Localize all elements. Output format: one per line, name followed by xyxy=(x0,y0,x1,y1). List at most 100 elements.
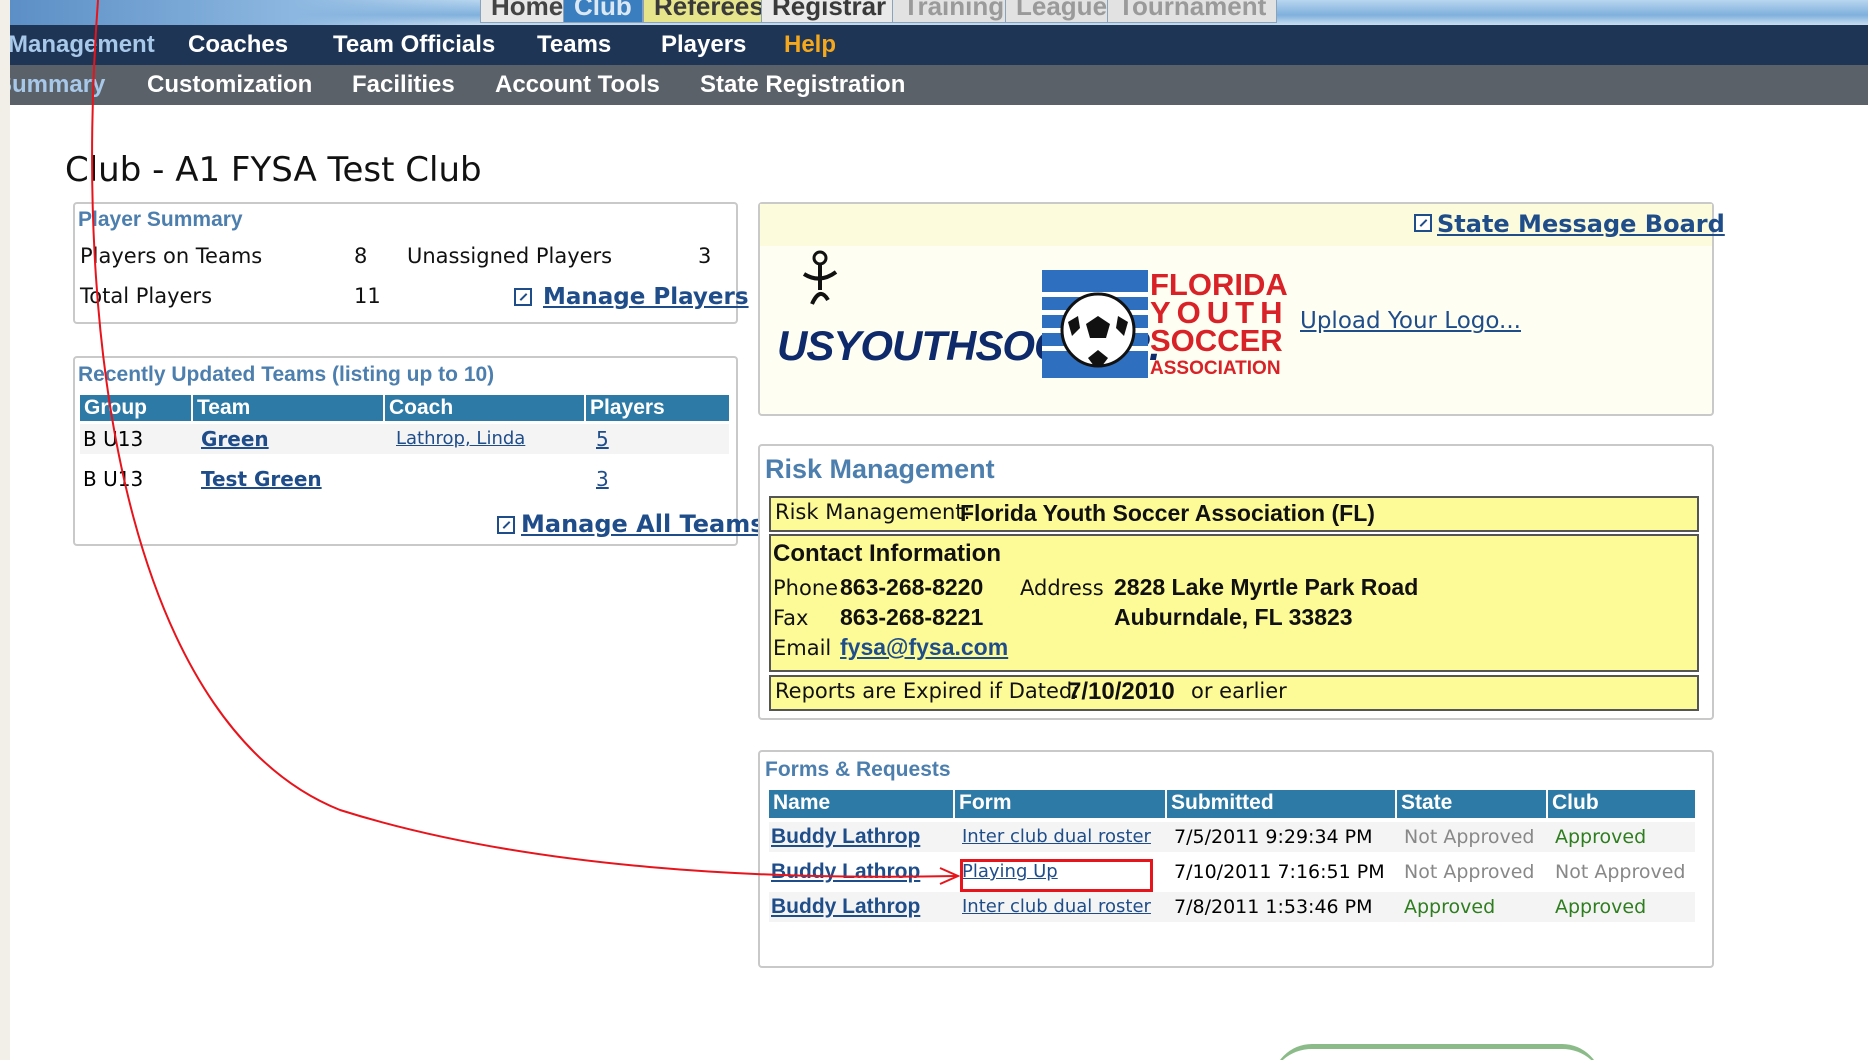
risk-management-box: Risk Management Risk Management: Florida… xyxy=(758,444,1714,720)
subnav-account-tools[interactable]: Account Tools xyxy=(495,65,660,105)
unassigned-value: 3 xyxy=(698,244,712,268)
tab-home[interactable]: Home xyxy=(480,0,575,23)
tab-club[interactable]: Club xyxy=(563,0,643,23)
footer-logo-fragment xyxy=(1272,1044,1602,1060)
expired-suffix: or earlier xyxy=(1191,679,1287,703)
tab-tournament[interactable]: Tournament xyxy=(1107,0,1278,23)
col-submitted: Submitted xyxy=(1167,790,1397,818)
col-name: Name xyxy=(769,790,955,818)
team-link[interactable]: Green xyxy=(201,424,269,454)
requester-name-link[interactable]: Buddy Lathrop xyxy=(771,892,920,922)
state-status: Not Approved xyxy=(1404,861,1535,883)
tab-league[interactable]: League xyxy=(1005,0,1119,23)
cell-group: B U13 xyxy=(83,467,144,491)
recent-teams-title: Recently Updated Teams (listing up to 10… xyxy=(78,363,495,386)
club-status: Not Approved xyxy=(1555,861,1686,883)
subnav-facilities[interactable]: Facilities xyxy=(352,65,455,105)
players-count-link[interactable]: 3 xyxy=(596,464,609,494)
nav-management[interactable]: Management xyxy=(10,25,155,65)
state-status: Approved xyxy=(1404,896,1496,918)
table-row: B U13 Test Green 3 xyxy=(80,464,729,494)
player-summary-box: Player Summary Players on Teams 8 Unassi… xyxy=(73,202,749,324)
rm-org-name: Florida Youth Soccer Association (FL) xyxy=(960,500,1375,526)
manage-all-teams-link[interactable]: Manage All Teams xyxy=(521,510,765,538)
form-link[interactable]: Inter club dual roster xyxy=(962,892,1151,922)
message-board-icon xyxy=(1414,214,1432,232)
submitted-date: 7/8/2011 1:53:46 PM xyxy=(1174,896,1373,918)
subnav-summary[interactable]: Summary xyxy=(10,65,105,105)
expired-date: 7/10/2010 xyxy=(1068,678,1175,705)
forms-requests-box: Forms & Requests Name Form Submitted Sta… xyxy=(758,750,1714,968)
external-link-icon xyxy=(497,516,515,534)
nav-help[interactable]: Help xyxy=(784,25,836,65)
logo-box: State Message Board USYOUTHSOCCER. FLORI… xyxy=(758,202,1725,416)
tab-registrar[interactable]: Registrar xyxy=(761,0,898,23)
usys-figure-icon xyxy=(802,250,838,305)
table-row: Buddy Lathrop Inter club dual roster 7/8… xyxy=(769,892,1695,922)
players-count-link[interactable]: 5 xyxy=(596,424,609,454)
forms-title: Forms & Requests xyxy=(765,758,951,781)
phone-label: Phone xyxy=(773,576,839,600)
nav-teams[interactable]: Teams xyxy=(537,25,611,65)
col-state: State xyxy=(1397,790,1548,818)
nav-team-officials[interactable]: Team Officials xyxy=(333,25,495,65)
col-form: Form xyxy=(955,790,1167,818)
col-coach: Coach xyxy=(385,395,586,421)
tab-referees[interactable]: Referees xyxy=(643,0,775,23)
fax-label: Fax xyxy=(773,606,809,630)
email-link[interactable]: fysa@fysa.com xyxy=(840,634,1008,661)
address-label: Address xyxy=(1020,576,1104,600)
recent-teams-header: Group Team Coach Players xyxy=(80,395,729,421)
state-status: Not Approved xyxy=(1404,826,1535,848)
address-line2: Auburndale, FL 33823 xyxy=(1114,604,1353,630)
email-label: Email xyxy=(773,636,832,660)
team-link[interactable]: Test Green xyxy=(201,464,322,494)
expired-prefix: Reports are Expired if Dated: xyxy=(775,679,1080,703)
requester-name-link[interactable]: Buddy Lathrop xyxy=(771,822,920,852)
total-players-label: Total Players xyxy=(80,284,213,308)
requester-name-link[interactable]: Buddy Lathrop xyxy=(771,857,920,887)
table-row: B U13 Green Lathrop, Linda 5 xyxy=(80,424,729,454)
brand-banner xyxy=(10,0,480,25)
page-title: Club - A1 FYSA Test Club xyxy=(65,150,482,190)
subnav-state-registration[interactable]: State Registration xyxy=(700,65,905,105)
external-link-icon xyxy=(514,288,532,306)
col-club: Club xyxy=(1552,791,1599,814)
submitted-date: 7/10/2011 7:16:51 PM xyxy=(1174,861,1385,883)
club-status: Approved xyxy=(1555,826,1647,848)
col-group: Group xyxy=(80,395,193,421)
subnav-customization[interactable]: Customization xyxy=(147,65,312,105)
table-row: Buddy Lathrop Inter club dual roster 7/5… xyxy=(769,822,1695,852)
address-line1: 2828 Lake Myrtle Park Road xyxy=(1114,574,1419,600)
reports-expired-bar: Reports are Expired if Dated: 7/10/2010 … xyxy=(769,675,1699,711)
manage-players-link[interactable]: Manage Players xyxy=(543,284,749,310)
secondary-nav: Summary Customization Facilities Account… xyxy=(10,65,1868,105)
phone-value: 863-268-8220 xyxy=(840,574,984,600)
coach-link[interactable]: Lathrop, Linda xyxy=(396,424,525,454)
players-on-teams-label: Players on Teams xyxy=(80,244,263,268)
player-summary-title: Player Summary xyxy=(78,208,243,231)
top-tab-strip: Home Club Referees Registrar Training Le… xyxy=(10,0,1868,25)
players-on-teams-value: 8 xyxy=(354,244,368,268)
nav-coaches[interactable]: Coaches xyxy=(188,25,288,65)
fysa-logo-association: ASSOCIATION xyxy=(1150,358,1281,379)
form-link[interactable]: Inter club dual roster xyxy=(962,822,1151,852)
unassigned-label: Unassigned Players xyxy=(407,244,613,268)
submitted-date: 7/5/2011 9:29:34 PM xyxy=(1174,826,1373,848)
recent-teams-box: Recently Updated Teams (listing up to 10… xyxy=(73,356,765,546)
total-players-value: 11 xyxy=(354,284,381,308)
col-players: Players xyxy=(590,396,665,419)
contact-info-panel: Contact Information Phone 863-268-8220 A… xyxy=(769,534,1699,672)
highlight-box xyxy=(960,859,1153,892)
state-message-board-link[interactable]: State Message Board xyxy=(1437,210,1725,238)
primary-nav: Management Coaches Team Officials Teams … xyxy=(10,25,1868,65)
risk-management-org-bar: Risk Management: Florida Youth Soccer As… xyxy=(769,496,1699,532)
nav-players[interactable]: Players xyxy=(661,25,746,65)
tab-training[interactable]: Training xyxy=(892,0,1016,23)
rm-label: Risk Management: xyxy=(775,500,971,524)
fysa-logo-soccer: SOCCER xyxy=(1150,323,1283,358)
risk-management-title: Risk Management xyxy=(765,454,995,484)
club-status: Approved xyxy=(1555,896,1647,918)
col-team: Team xyxy=(193,395,385,421)
upload-logo-link[interactable]: Upload Your Logo... xyxy=(1300,308,1521,334)
